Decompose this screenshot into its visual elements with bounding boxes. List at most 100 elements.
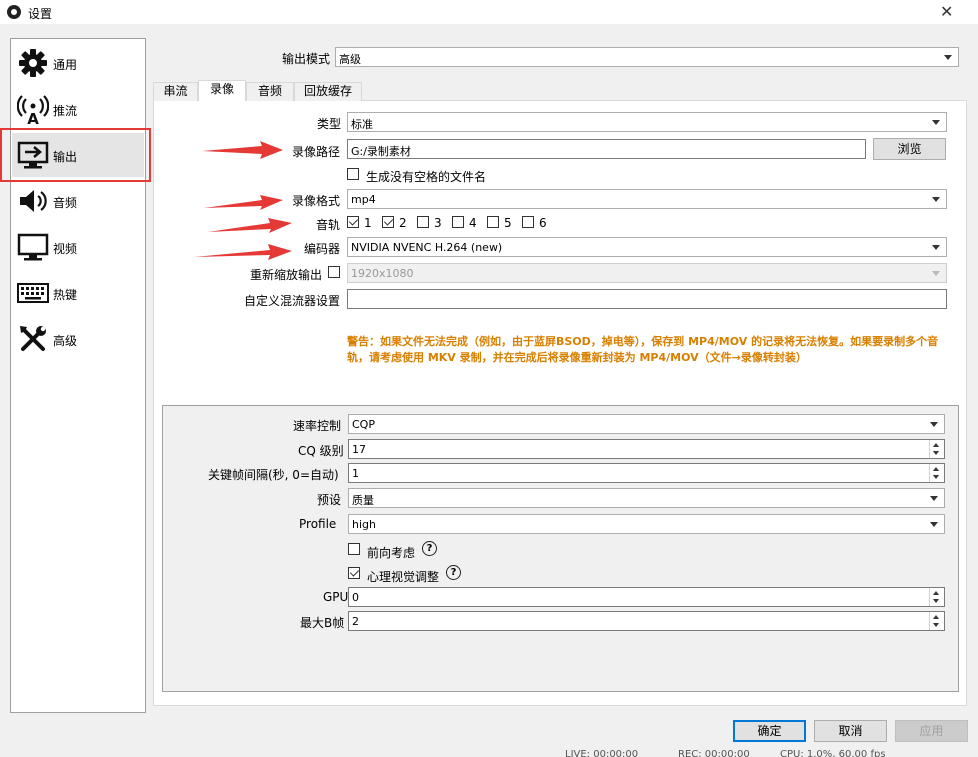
- chevron-down-icon: [930, 496, 938, 501]
- title-bar: 设置 ✕: [0, 0, 978, 24]
- encoder-value: NVIDIA NVENC H.264 (new): [351, 241, 503, 254]
- preset-select[interactable]: 质量: [348, 488, 945, 508]
- audio-track-4-label: 4: [469, 216, 477, 230]
- recording-format-value: mp4: [351, 193, 376, 206]
- sidebar-item-label: 通用: [53, 58, 78, 72]
- rescale-resolution-select[interactable]: 1920x1080: [347, 263, 947, 283]
- preset-value: 质量: [352, 494, 374, 507]
- audio-track-6-label: 6: [539, 216, 547, 230]
- output-mode-select[interactable]: 高级: [335, 47, 959, 67]
- lookahead-label: 前向考虑: [367, 546, 416, 560]
- cq-level-stepper[interactable]: 17: [348, 439, 945, 459]
- output-highlight-box: [0, 128, 151, 182]
- monitor-icon: [17, 233, 49, 261]
- sidebar-item-label: 热键: [53, 288, 78, 302]
- rescale-output-checkbox[interactable]: [328, 266, 340, 278]
- tab-streaming[interactable]: 串流: [153, 82, 198, 101]
- sidebar-item-advanced[interactable]: 高级: [12, 317, 144, 361]
- tab-recording[interactable]: 录像: [198, 80, 246, 101]
- cpu-fps-status: CPU: 1.0%, 60.00 fps: [780, 749, 886, 757]
- output-mode-value: 高级: [339, 53, 361, 66]
- sidebar-item-stream[interactable]: A 推流: [12, 87, 144, 131]
- audio-track-3-checkbox[interactable]: [417, 216, 429, 228]
- gear-icon: [19, 49, 47, 77]
- profile-label: Profile: [299, 517, 337, 531]
- lookahead-checkbox[interactable]: [348, 543, 360, 555]
- help-icon[interactable]: ?: [422, 541, 437, 556]
- max-bframes-label: 最大B帧: [300, 616, 345, 630]
- spin-arrows-icon[interactable]: [929, 440, 944, 458]
- arrow-to-recording-format: [204, 195, 283, 210]
- keyframe-interval-stepper[interactable]: 1: [348, 463, 945, 483]
- sidebar-item-general[interactable]: 通用: [12, 41, 144, 85]
- arrow-to-audio-track: [208, 218, 292, 233]
- spin-arrows-icon[interactable]: [929, 588, 944, 606]
- encoder-select[interactable]: NVIDIA NVENC H.264 (new): [347, 237, 947, 257]
- audio-track-2-checkbox[interactable]: [382, 216, 394, 228]
- audio-track-3-label: 3: [434, 216, 442, 230]
- max-bframes-stepper[interactable]: 2: [348, 611, 945, 631]
- type-value: 标准: [351, 118, 373, 131]
- help-icon[interactable]: ?: [446, 565, 461, 580]
- max-bframes-value: 2: [352, 615, 359, 628]
- speaker-icon: [20, 190, 47, 212]
- recording-path-input[interactable]: G:/录制素材: [347, 139, 866, 159]
- sidebar-item-video[interactable]: 视频: [12, 225, 144, 269]
- type-select[interactable]: 标准: [347, 112, 947, 132]
- psycho-visual-label: 心理视觉调整: [367, 570, 440, 584]
- recording-path-value: G:/录制素材: [351, 145, 411, 158]
- cq-level-value: 17: [352, 443, 366, 456]
- no-space-filename-checkbox[interactable]: [347, 168, 359, 180]
- annotation-arrows: [194, 141, 292, 260]
- chevron-down-icon: [932, 245, 940, 250]
- recording-format-select[interactable]: mp4: [347, 189, 947, 209]
- profile-select[interactable]: high: [348, 514, 945, 534]
- chevron-down-icon: [930, 522, 938, 527]
- keyframe-interval-value: 1: [352, 467, 359, 480]
- sidebar-item-label: 高级: [53, 334, 78, 348]
- browse-button[interactable]: 浏览: [873, 138, 946, 160]
- arrow-to-encoder: [194, 244, 292, 260]
- rate-control-select[interactable]: CQP: [348, 414, 945, 434]
- close-icon[interactable]: ✕: [940, 2, 953, 21]
- keyboard-icon: [17, 283, 49, 303]
- svg-text:A: A: [27, 110, 39, 125]
- tab-audio[interactable]: 音频: [246, 82, 294, 101]
- status-bar: LIVE: 00:00:00 REC: 00:00:00 CPU: 1.0%, …: [0, 745, 978, 757]
- keyframe-interval-label: 关键帧间隔(秒, 0=自动): [208, 468, 339, 482]
- rescale-output-label: 重新缩放输出: [250, 268, 323, 282]
- rescale-resolution-value: 1920x1080: [351, 267, 414, 280]
- sidebar-item-label: 推流: [53, 104, 78, 118]
- spin-arrows-icon[interactable]: [929, 612, 944, 630]
- gpu-stepper[interactable]: 0: [348, 587, 945, 607]
- tools-icon: [20, 326, 46, 351]
- cq-level-label: CQ 级别: [298, 444, 344, 458]
- psycho-visual-checkbox[interactable]: [348, 567, 360, 579]
- spin-arrows-icon[interactable]: [929, 464, 944, 482]
- broadcast-icon: A: [17, 95, 49, 125]
- chevron-down-icon: [932, 271, 940, 276]
- audio-track-5-checkbox[interactable]: [487, 216, 499, 228]
- audio-track-6-checkbox[interactable]: [522, 216, 534, 228]
- tab-replay-buffer[interactable]: 回放缓存: [294, 82, 362, 101]
- custom-muxer-input[interactable]: [347, 289, 947, 309]
- encoder-label: 编码器: [304, 242, 341, 256]
- mp4-warning-text: 警告：如果文件无法完成（例如，由于蓝屏BSOD，掉电等），保存到 MP4/MOV…: [347, 335, 939, 364]
- arrow-to-recording-path: [202, 141, 283, 159]
- preset-label: 预设: [317, 493, 342, 507]
- gpu-value: 0: [352, 591, 359, 604]
- sidebar-item-hotkeys[interactable]: 热键: [12, 271, 144, 315]
- cancel-button[interactable]: 取消: [814, 720, 887, 742]
- chevron-down-icon: [932, 197, 940, 202]
- custom-muxer-label: 自定义混流器设置: [244, 294, 341, 308]
- audio-track-1-checkbox[interactable]: [347, 216, 359, 228]
- rate-control-label: 速率控制: [293, 419, 342, 433]
- sidebar-item-audio[interactable]: 音频: [12, 179, 144, 223]
- audio-track-4-checkbox[interactable]: [452, 216, 464, 228]
- sidebar-item-label: 视频: [53, 242, 78, 256]
- ok-button[interactable]: 确定: [733, 720, 806, 742]
- rate-control-value: CQP: [352, 418, 375, 431]
- window-title: 设置: [28, 7, 53, 21]
- audio-track-1-label: 1: [364, 216, 372, 230]
- apply-button[interactable]: 应用: [895, 720, 968, 742]
